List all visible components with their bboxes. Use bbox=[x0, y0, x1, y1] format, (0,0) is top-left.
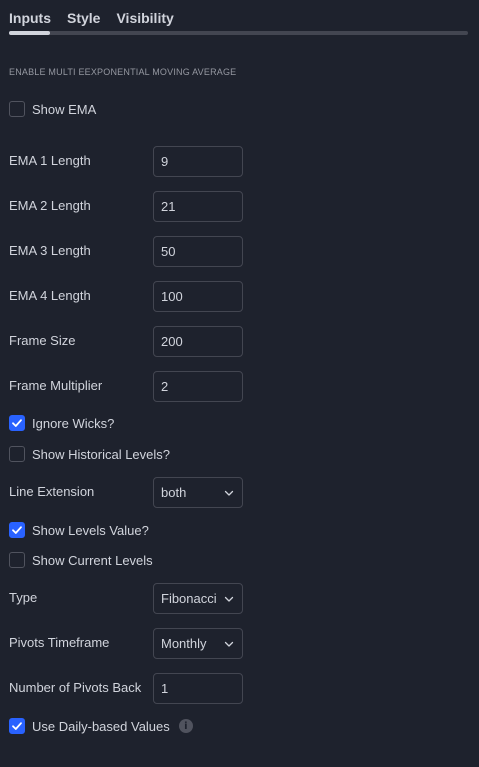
show-historical-label: Show Historical Levels? bbox=[32, 446, 171, 462]
type-select[interactable]: Fibonacci bbox=[153, 583, 243, 614]
pivots-timeframe-row: Pivots Timeframe bbox=[9, 635, 109, 650]
ignore-wicks-row: Ignore Wicks? bbox=[9, 415, 114, 431]
line-extension-label: Line Extension bbox=[9, 484, 95, 499]
type-value: Fibonacci bbox=[161, 591, 217, 606]
frame-size-label: Frame Size bbox=[9, 333, 76, 348]
show-current-levels-row: Show Current Levels bbox=[9, 552, 153, 568]
tab-visibility[interactable]: Visibility bbox=[116, 8, 173, 28]
checkmark-icon bbox=[12, 419, 22, 427]
pivots-timeframe-label: Pivots Timeframe bbox=[9, 635, 110, 650]
chevron-down-icon bbox=[224, 596, 234, 602]
ema4-value: 100 bbox=[161, 289, 183, 304]
ema2-value: 21 bbox=[161, 199, 176, 214]
pivots-timeframe-value: Monthly bbox=[161, 636, 207, 651]
ema2-label: EMA 2 Length bbox=[9, 198, 91, 213]
pivots-timeframe-select[interactable]: Monthly bbox=[153, 628, 243, 659]
show-current-levels-checkbox[interactable] bbox=[9, 552, 25, 568]
show-ema-label: Show EMA bbox=[32, 101, 97, 117]
ema3-row: EMA 3 Length bbox=[9, 243, 91, 258]
frame-size-input[interactable]: 200 bbox=[153, 326, 243, 357]
checkmark-icon bbox=[12, 722, 22, 730]
ema2-input[interactable]: 21 bbox=[153, 191, 243, 222]
ignore-wicks-label: Ignore Wicks? bbox=[32, 415, 115, 431]
frame-multiplier-value: 2 bbox=[161, 379, 169, 394]
frame-size-row: Frame Size bbox=[9, 333, 75, 348]
line-extension-select[interactable]: both bbox=[153, 477, 243, 508]
ema4-input[interactable]: 100 bbox=[153, 281, 243, 312]
show-historical-row: Show Historical Levels? bbox=[9, 446, 170, 462]
tab-bar: Inputs Style Visibility bbox=[9, 8, 190, 28]
ema1-input[interactable]: 9 bbox=[153, 146, 243, 177]
line-extension-row: Line Extension bbox=[9, 484, 94, 499]
ema1-value: 9 bbox=[161, 154, 169, 169]
frame-size-value: 200 bbox=[161, 334, 183, 349]
show-current-levels-label: Show Current Levels bbox=[32, 552, 153, 568]
type-row: Type bbox=[9, 590, 37, 605]
type-label: Type bbox=[9, 590, 38, 605]
daily-based-checkbox[interactable] bbox=[9, 718, 25, 734]
show-ema-row: Show EMA bbox=[9, 101, 96, 117]
ema4-row: EMA 4 Length bbox=[9, 288, 91, 303]
show-levels-value-label: Show Levels Value? bbox=[32, 522, 149, 538]
ignore-wicks-checkbox[interactable] bbox=[9, 415, 25, 431]
pivots-back-label: Number of Pivots Back bbox=[9, 680, 142, 695]
ema3-label: EMA 3 Length bbox=[9, 243, 91, 258]
chevron-down-icon bbox=[224, 641, 234, 647]
ema1-label: EMA 1 Length bbox=[9, 153, 91, 168]
daily-based-label: Use Daily-based Values bbox=[32, 718, 170, 734]
tab-inputs[interactable]: Inputs bbox=[9, 8, 51, 28]
tab-track bbox=[9, 31, 468, 35]
frame-multiplier-label: Frame Multiplier bbox=[9, 378, 103, 393]
section-title: ENABLE MULTI EEXPONENTIAL MOVING AVERAGE bbox=[9, 67, 237, 77]
ema1-row: EMA 1 Length bbox=[9, 153, 91, 168]
checkmark-icon bbox=[12, 526, 22, 534]
show-ema-checkbox[interactable] bbox=[9, 101, 25, 117]
frame-multiplier-input[interactable]: 2 bbox=[153, 371, 243, 402]
show-levels-value-row: Show Levels Value? bbox=[9, 522, 149, 538]
tab-style[interactable]: Style bbox=[67, 8, 100, 28]
ema3-input[interactable]: 50 bbox=[153, 236, 243, 267]
daily-based-row: Use Daily-based Values i bbox=[9, 718, 193, 734]
pivots-back-input[interactable]: 1 bbox=[153, 673, 243, 704]
show-levels-value-checkbox[interactable] bbox=[9, 522, 25, 538]
pivots-back-value: 1 bbox=[161, 681, 169, 696]
ema3-value: 50 bbox=[161, 244, 176, 259]
info-icon[interactable]: i bbox=[178, 719, 193, 733]
active-tab-indicator bbox=[9, 31, 50, 35]
pivots-back-row: Number of Pivots Back bbox=[9, 680, 141, 695]
chevron-down-icon bbox=[224, 490, 234, 496]
line-extension-value: both bbox=[161, 485, 187, 500]
ema4-label: EMA 4 Length bbox=[9, 288, 91, 303]
frame-multiplier-row: Frame Multiplier bbox=[9, 378, 102, 393]
show-historical-checkbox[interactable] bbox=[9, 446, 25, 462]
ema2-row: EMA 2 Length bbox=[9, 198, 91, 213]
